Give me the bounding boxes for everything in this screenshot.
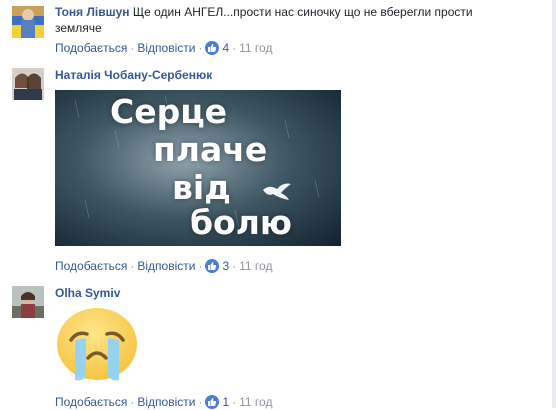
avatar[interactable]: [12, 286, 44, 318]
comment-author[interactable]: Наталія Чобану-Сербенюк: [55, 68, 212, 82]
comment-text: Ще один АНГЕЛ...прости нас синочку що не…: [132, 5, 473, 19]
photo-caption-line: Серце: [110, 92, 228, 131]
avatar-image: [12, 6, 44, 38]
comment-actions: Подобається · Відповісти · 3 · 11 год: [55, 259, 273, 273]
thumbs-up-icon[interactable]: [205, 259, 220, 273]
like-link[interactable]: Подобається: [55, 41, 127, 55]
avatar[interactable]: [12, 68, 44, 100]
reply-link[interactable]: Відповісти: [137, 259, 195, 273]
reply-link[interactable]: Відповісти: [137, 395, 195, 409]
like-link[interactable]: Подобається: [55, 395, 127, 409]
comment-author[interactable]: Olha Symiv: [55, 286, 120, 300]
avatar[interactable]: [12, 6, 44, 38]
comment-time[interactable]: 11 год: [239, 41, 272, 55]
avatar-image: [12, 286, 44, 318]
photo-caption-line: від: [172, 168, 231, 207]
reply-link[interactable]: Відповісти: [137, 41, 195, 55]
thumbs-up-icon[interactable]: [205, 395, 220, 409]
comment-author[interactable]: Тоня Лівшун: [55, 5, 130, 19]
comment-time[interactable]: 11 год: [239, 395, 272, 409]
like-link[interactable]: Подобається: [55, 259, 127, 273]
avatar-image: [12, 68, 44, 100]
scrollbar-track[interactable]: [552, 0, 556, 408]
comment-text-continued: земляче: [55, 21, 102, 35]
photo-caption-line: плаче: [153, 130, 268, 169]
thumbs-up-icon[interactable]: [205, 41, 220, 55]
comment-time[interactable]: 11 год: [239, 259, 272, 273]
photo-caption-line: болю ...: [190, 203, 292, 247]
crying-face-sticker[interactable]: [55, 306, 139, 382]
comment-photo[interactable]: Серце плаче від болю ...: [55, 90, 341, 246]
comment-actions: Подобається · Відповісти · 4 · 11 год: [55, 41, 273, 55]
